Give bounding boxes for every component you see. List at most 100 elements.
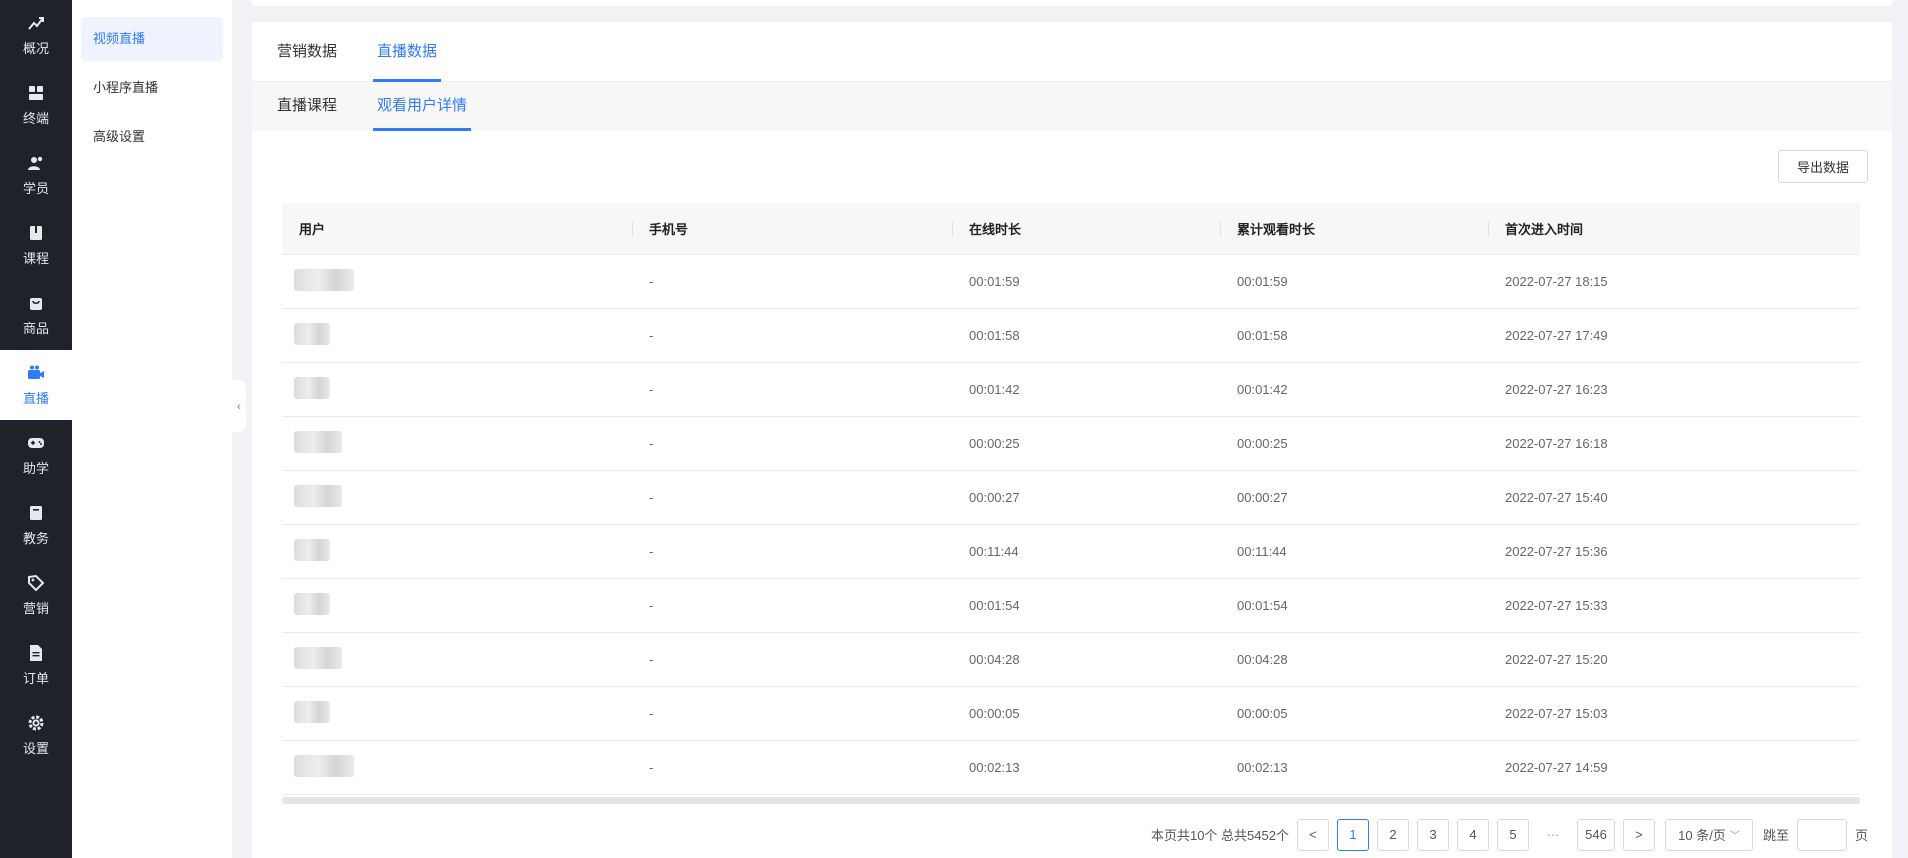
nav-label: 助学 [22, 460, 49, 476]
nav-item-orders[interactable]: 订单 [0, 630, 72, 700]
column-header-first-entry-time[interactable]: 首次进入时间 [1488, 219, 1860, 238]
pagination: 本页共10个 总共5452个 < 1 2 3 4 5 ··· 546 > 10 … [1151, 818, 1868, 851]
user-cell [282, 269, 632, 294]
next-page-button[interactable]: > [1622, 818, 1655, 851]
total-watch-duration-cell: 00:01:59 [1237, 274, 1288, 289]
table-row[interactable]: - 00:00:25 00:00:25 2022-07-27 16:18 [282, 417, 1860, 471]
phone-cell: - [649, 328, 654, 343]
nav-item-courses[interactable]: 课程 [0, 210, 72, 280]
online-duration-cell: 00:02:13 [969, 760, 1020, 775]
total-watch-duration-cell: 00:00:05 [1237, 706, 1288, 721]
page-button-3[interactable]: 3 [1416, 818, 1449, 851]
table-row[interactable]: - 00:01:58 00:01:58 2022-07-27 17:49 [282, 309, 1860, 363]
top-card-edge [252, 0, 1892, 6]
nav-item-terminal[interactable]: 终端 [0, 70, 72, 140]
user-cell [282, 539, 632, 564]
horizontal-scrollbar[interactable] [282, 797, 1860, 804]
online-duration-cell: 00:00:27 [969, 490, 1020, 505]
main-card: 营销数据 直播数据 直播课程 观看用户详情 导出数据 用户 手机号 在线时长 累… [252, 22, 1892, 858]
redacted-user-avatar [294, 539, 330, 561]
collapse-sidebar-button[interactable]: ‹ [232, 380, 246, 432]
online-duration-cell: 00:01:58 [969, 328, 1020, 343]
tag-icon [27, 574, 45, 592]
export-data-button[interactable]: 导出数据 [1778, 150, 1868, 183]
total-watch-duration-cell: 00:01:54 [1237, 598, 1288, 613]
total-watch-duration-cell: 00:00:25 [1237, 436, 1288, 451]
nav-item-overview[interactable]: 概况 [0, 0, 72, 70]
table-row[interactable]: - 00:01:54 00:01:54 2022-07-27 15:33 [282, 579, 1860, 633]
nav-label: 课程 [22, 250, 49, 266]
tab-live-data[interactable]: 直播数据 [372, 22, 442, 82]
nav-label: 营销 [22, 600, 49, 616]
user-cell [282, 593, 632, 618]
table-row[interactable]: - 00:00:27 00:00:27 2022-07-27 15:40 [282, 471, 1860, 525]
total-watch-duration-cell: 00:00:27 [1237, 490, 1288, 505]
phone-cell: - [649, 706, 654, 721]
page-button-4[interactable]: 4 [1456, 818, 1489, 851]
tab-viewer-details[interactable]: 观看用户详情 [372, 82, 472, 131]
first-entry-time-cell: 2022-07-27 14:59 [1505, 760, 1608, 775]
first-entry-time-cell: 2022-07-27 18:15 [1505, 274, 1608, 289]
table-row[interactable]: - 00:01:59 00:01:59 2022-07-27 18:15 [282, 255, 1860, 309]
nav-item-goods[interactable]: 商品 [0, 280, 72, 350]
phone-cell: - [649, 436, 654, 451]
nav-item-settings[interactable]: 设置 [0, 700, 72, 770]
page-button-last[interactable]: 546 [1576, 818, 1615, 851]
gamepad-icon [27, 434, 45, 452]
subnav-item-advanced-settings[interactable]: 高级设置 [81, 115, 223, 159]
online-duration-cell: 00:01:54 [969, 598, 1020, 613]
bag-icon [27, 294, 45, 312]
tab-marketing-data[interactable]: 营销数据 [277, 22, 337, 82]
table-row[interactable]: - 00:01:42 00:01:42 2022-07-27 16:23 [282, 363, 1860, 417]
chevron-down-icon: ﹀ [1729, 831, 1740, 842]
page-button-2[interactable]: 2 [1376, 818, 1409, 851]
gear-icon [27, 714, 45, 732]
page-size-select[interactable]: 10 条/页 ﹀ [1664, 818, 1753, 851]
column-header-phone[interactable]: 手机号 [632, 219, 952, 238]
column-header-total-watch-duration[interactable]: 累计观看时长 [1220, 219, 1488, 238]
subnav-item-video-live[interactable]: 视频直播 [81, 17, 223, 61]
table-row[interactable]: - 00:02:13 00:02:13 2022-07-27 14:59 [282, 741, 1860, 795]
jump-page-input[interactable] [1796, 818, 1847, 851]
nav-item-students[interactable]: 学员 [0, 140, 72, 210]
nav-label: 商品 [22, 320, 49, 336]
table-row[interactable]: - 00:11:44 00:11:44 2022-07-27 15:36 [282, 525, 1860, 579]
nav-item-academic[interactable]: 教务 [0, 490, 72, 560]
phone-cell: - [649, 490, 654, 505]
document-icon [27, 644, 45, 662]
chevron-right-icon: > [1635, 827, 1643, 842]
video-camera-icon [27, 364, 45, 382]
redacted-user-avatar [294, 485, 342, 507]
phone-cell: - [649, 598, 654, 613]
tab-live-courses[interactable]: 直播课程 [277, 82, 337, 131]
phone-cell: - [649, 760, 654, 775]
nav-item-assist[interactable]: 助学 [0, 420, 72, 490]
redacted-user-avatar [294, 755, 354, 777]
primary-tabs: 营销数据 直播数据 [252, 22, 1892, 82]
subnav-item-miniprogram-live[interactable]: 小程序直播 [81, 66, 223, 110]
nav-label: 教务 [22, 530, 49, 546]
table-row[interactable]: - 00:04:28 00:04:28 2022-07-27 15:20 [282, 633, 1860, 687]
total-watch-duration-cell: 00:04:28 [1237, 652, 1288, 667]
nav-item-live[interactable]: 直播 [0, 350, 72, 420]
nav-item-marketing[interactable]: 营销 [0, 560, 72, 630]
more-pages-ellipsis[interactable]: ··· [1536, 818, 1569, 851]
column-header-user[interactable]: 用户 [282, 219, 632, 238]
page-button-1[interactable]: 1 [1336, 818, 1369, 851]
redacted-user-avatar [294, 377, 330, 399]
pagination-summary: 本页共10个 总共5452个 [1150, 828, 1289, 843]
table-row[interactable]: - 00:00:05 00:00:05 2022-07-27 15:03 [282, 687, 1860, 741]
nav-label: 订单 [22, 670, 49, 686]
online-duration-cell: 00:01:42 [969, 382, 1020, 397]
column-header-online-duration[interactable]: 在线时长 [952, 219, 1220, 238]
table-header: 用户 手机号 在线时长 累计观看时长 首次进入时间 [282, 203, 1860, 255]
online-duration-cell: 00:01:59 [969, 274, 1020, 289]
page-button-5[interactable]: 5 [1496, 818, 1529, 851]
main-nav: 概况 终端 学员 课程 商品 直播 助学 教务 营销 订单 设置 [0, 0, 72, 858]
total-watch-duration-cell: 00:11:44 [1237, 544, 1287, 559]
nav-label: 设置 [22, 740, 49, 756]
redacted-user-avatar [294, 647, 342, 669]
prev-page-button[interactable]: < [1296, 818, 1329, 851]
user-cell [282, 755, 632, 780]
page-suffix-label: 页 [1854, 828, 1868, 843]
